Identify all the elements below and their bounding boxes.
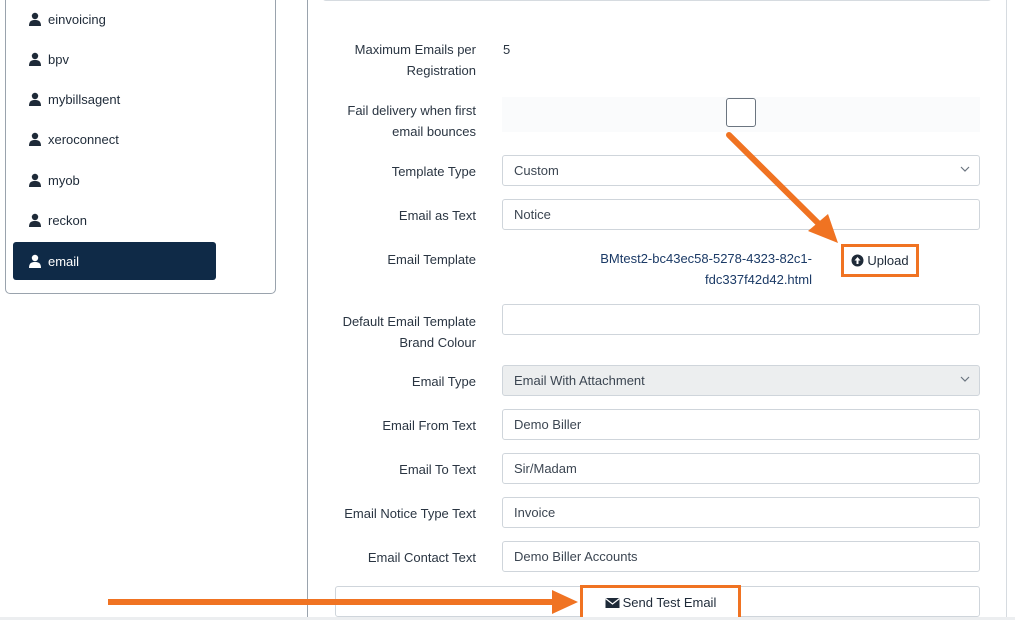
sidebar-item-bpv[interactable]: bpv xyxy=(13,40,216,78)
sidebar-item-myob[interactable]: myob xyxy=(13,161,216,199)
email-as-text-input[interactable]: Notice xyxy=(502,199,980,230)
brand-colour-input[interactable] xyxy=(502,304,980,335)
sidebar-item-einvoicing[interactable]: einvoicing xyxy=(13,0,216,38)
email-template-label: Email Template xyxy=(387,252,476,267)
user-icon xyxy=(28,12,42,26)
sidebar-item-mybillsagent[interactable]: mybillsagent xyxy=(13,80,216,118)
sidebar-item-email[interactable]: email xyxy=(13,242,216,280)
email-type-label: Email Type xyxy=(411,374,476,389)
email-from-input[interactable]: Demo Biller xyxy=(502,409,980,440)
sidebar-item-label: bpv xyxy=(48,51,69,67)
template-type-select[interactable]: Custom xyxy=(502,155,980,186)
upload-circle-icon xyxy=(851,254,864,267)
fail-delivery-label: Fail delivery when first email bounces xyxy=(347,103,476,139)
email-type-select[interactable]: Email With Attachment xyxy=(502,365,980,396)
contact-text-label: Email Contact Text xyxy=(367,550,476,565)
sidebar-item-label: xeroconnect xyxy=(48,131,119,147)
email-to-input[interactable]: Sir/Madam xyxy=(502,453,980,484)
sidebar-item-xeroconnect[interactable]: xeroconnect xyxy=(13,120,216,158)
chevron-down-icon xyxy=(960,374,972,386)
user-icon xyxy=(28,213,42,227)
user-icon xyxy=(28,92,42,106)
email-to-label: Email To Text xyxy=(399,462,476,477)
section-divider xyxy=(322,0,992,1)
sidebar-item-label: mybillsagent xyxy=(48,91,121,107)
email-from-label: Email From Text xyxy=(382,418,476,433)
send-test-email-button[interactable]: Send Test Email xyxy=(580,585,741,620)
user-icon xyxy=(28,52,42,66)
envelope-icon xyxy=(604,597,620,609)
sidebar-item-label: einvoicing xyxy=(48,11,106,27)
sidebar-item-label: myob xyxy=(48,172,80,188)
user-icon xyxy=(28,254,42,268)
contact-text-input[interactable]: Demo Biller Accounts xyxy=(502,541,980,572)
sidebar-item-reckon[interactable]: reckon xyxy=(13,201,216,239)
max-emails-value: 5 xyxy=(503,42,511,57)
template-type-label: Template Type xyxy=(391,164,476,179)
max-emails-label: Maximum Emails per Registration xyxy=(354,42,476,78)
notice-type-label: Email Notice Type Text xyxy=(344,506,476,521)
sidebar-item-label: email xyxy=(48,253,80,269)
email-as-text-label: Email as Text xyxy=(398,208,476,223)
sidebar-item-label: reckon xyxy=(48,212,88,228)
notice-type-input[interactable]: Invoice xyxy=(502,497,980,528)
user-icon xyxy=(28,173,42,187)
chevron-down-icon xyxy=(960,164,972,176)
user-icon xyxy=(28,132,42,146)
upload-button[interactable]: Upload xyxy=(841,244,919,277)
fail-delivery-checkbox[interactable] xyxy=(726,98,756,127)
email-template-file-link[interactable]: BMtest2-bc43ec58-5278-4323-82c1- fdc337f… xyxy=(540,248,812,290)
brand-colour-label: Default Email Template Brand Colour xyxy=(342,314,476,350)
